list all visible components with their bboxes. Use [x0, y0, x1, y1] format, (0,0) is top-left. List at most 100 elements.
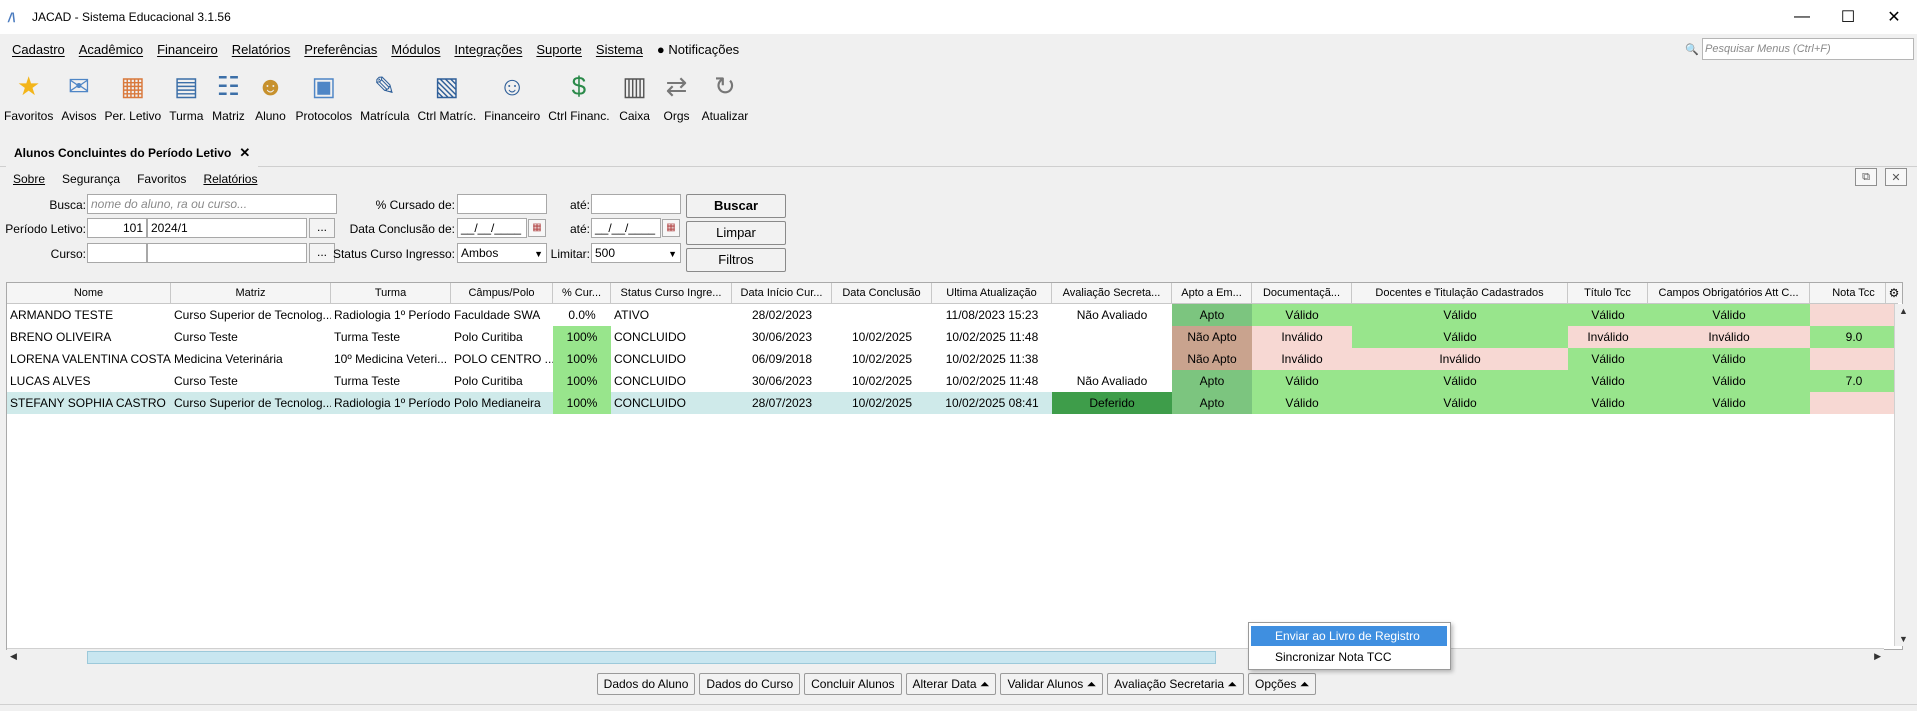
scroll-up-icon[interactable]: ▲ [1899, 306, 1908, 316]
minimize-button[interactable]: — [1779, 0, 1825, 34]
table-cell: Polo Medianeira [451, 392, 553, 414]
calendar-icon[interactable]: ▦ [528, 219, 546, 237]
toolbar-favoritos[interactable]: ★ Favoritos [0, 64, 57, 130]
toolbar-aluno[interactable]: ☻ Aluno [249, 64, 291, 130]
tab-close-icon[interactable]: ✕ [239, 145, 250, 161]
table-cell: 11/08/2023 15:23 [945, 308, 1039, 322]
toolbar-avisos[interactable]: ✉ Avisos [57, 64, 100, 130]
dados-aluno-button[interactable]: Dados do Aluno [596, 673, 696, 695]
table-row[interactable]: STEFANY SOPHIA CASTRO Curso Superior de T… [7, 392, 1898, 414]
column-header[interactable]: Ultima Atualização [932, 283, 1052, 303]
menu-sistema[interactable]: Sistema [596, 42, 643, 57]
avaliacao-secretaria-button[interactable]: Avaliação Secretaria ⏶ [1107, 673, 1245, 695]
maximize-button[interactable]: ☐ [1825, 0, 1871, 34]
swap-icon: ⇄ [665, 70, 688, 101]
concluir-alunos-button[interactable]: Concluir Alunos [804, 673, 902, 695]
busca-input[interactable]: nome do aluno, ra ou curso... [87, 194, 337, 214]
dados-curso-button[interactable]: Dados do Curso [699, 673, 801, 695]
scroll-down-icon[interactable]: ▼ [1899, 634, 1908, 644]
toolbar-ctrl-financ[interactable]: $ Ctrl Financ. [544, 64, 613, 130]
column-header[interactable]: Docentes e Titulação Cadastrados [1352, 283, 1568, 303]
toolbar-protocolos[interactable]: ▣ Protocolos [291, 64, 356, 130]
column-header[interactable]: Título Tcc [1568, 283, 1648, 303]
scroll-right-icon[interactable]: ▶ [1874, 651, 1881, 662]
opcoes-button[interactable]: Opções ⏶ [1248, 673, 1317, 695]
menu-relatorios[interactable]: Relatórios [232, 42, 291, 57]
toolbar-matriz[interactable]: ☷ Matriz [207, 64, 249, 130]
menu-cadastro[interactable]: Cadastro [12, 42, 65, 57]
toolbar-ctrl-matric[interactable]: ▧ Ctrl Matríc. [414, 64, 481, 130]
menu-academico[interactable]: Acadêmico [79, 42, 143, 57]
buscar-button[interactable]: Buscar [686, 194, 786, 218]
table-row[interactable]: LUCAS ALVES Curso Teste Turma Teste Polo Cu… [7, 370, 1898, 392]
scroll-thumb[interactable] [87, 651, 1216, 664]
menu-integracoes[interactable]: Integrações [454, 42, 522, 57]
column-header[interactable]: Turma [331, 283, 451, 303]
table-cell: Válido [1648, 370, 1810, 392]
menu-item-enviar-livro-registro[interactable]: Enviar ao Livro de Registro [1251, 626, 1447, 646]
curso-name-input[interactable] [147, 243, 307, 263]
column-header[interactable]: Campos Obrigatórios Att C... [1648, 283, 1810, 303]
column-header[interactable]: Câmpus/Polo [451, 283, 553, 303]
toolbar: ★ Favoritos ✉ Avisos ▦ Per. Letivo ▤ Turma ☷… [0, 64, 752, 130]
table-cell: Não Avaliado [1076, 374, 1148, 388]
column-header[interactable]: Status Curso Ingre... [611, 283, 732, 303]
conclusao-to-input[interactable]: __/__/____ [591, 218, 661, 238]
filtros-button[interactable]: Filtros [686, 248, 786, 272]
panel-menu: Sobre Segurança Favoritos Relatórios [0, 170, 261, 188]
periodo-value-input[interactable]: 2024/1 [147, 218, 307, 238]
vertical-scrollbar[interactable]: ▲ ▼ [1894, 304, 1911, 646]
menu-suporte[interactable]: Suporte [536, 42, 582, 57]
menu-notificacoes[interactable]: ● Notificações [657, 42, 739, 57]
menu-modulos[interactable]: Módulos [391, 42, 440, 57]
column-header[interactable]: Data Conclusão [832, 283, 932, 303]
submenu-relatorios[interactable]: Relatórios [203, 172, 257, 186]
tab-strip: Alunos Concluintes do Período Letivo ✕ [0, 140, 1917, 168]
tab-alunos-concluintes[interactable]: Alunos Concluintes do Período Letivo ✕ [6, 140, 259, 168]
periodo-code-input[interactable]: 101 [87, 218, 147, 238]
column-header[interactable]: Matriz [171, 283, 331, 303]
cursado-to-input[interactable] [591, 194, 681, 214]
toolbar-financeiro[interactable]: ☺ Financeiro [480, 64, 544, 130]
submenu-favoritos[interactable]: Favoritos [137, 172, 186, 186]
toolbar-orgs[interactable]: ⇄ Orgs [656, 64, 698, 130]
column-header[interactable]: Nome [7, 283, 171, 303]
curso-code-input[interactable] [87, 243, 147, 263]
menu-preferencias[interactable]: Preferências [304, 42, 377, 57]
toolbar-matricula[interactable]: ✎ Matrícula [356, 64, 413, 130]
cursado-from-input[interactable] [457, 194, 547, 214]
column-header[interactable]: Avaliação Secreta... [1052, 283, 1172, 303]
menu-financeiro[interactable]: Financeiro [157, 42, 218, 57]
toolbar-turma[interactable]: ▤ Turma [165, 64, 207, 130]
toolbar-per-letivo[interactable]: ▦ Per. Letivo [101, 64, 166, 130]
menu-item-sincronizar-nota-tcc[interactable]: Sincronizar Nota TCC [1251, 647, 1447, 667]
conclusao-from-input[interactable]: __/__/____ [457, 218, 527, 238]
close-panel-icon[interactable]: ✕ [1885, 168, 1907, 186]
column-header[interactable]: % Cur... [553, 283, 611, 303]
validar-alunos-button[interactable]: Validar Alunos ⏶ [1000, 673, 1104, 695]
column-header[interactable]: Apto a Em... [1172, 283, 1252, 303]
status-select[interactable]: Ambos ▼ [457, 243, 547, 263]
submenu-sobre[interactable]: Sobre [13, 172, 45, 186]
table-cell: Apto [1172, 304, 1252, 326]
scroll-left-icon[interactable]: ◀ [10, 651, 17, 662]
alterar-data-button[interactable]: Alterar Data ⏶ [905, 673, 997, 695]
gear-icon[interactable]: ⚙ [1885, 283, 1902, 303]
table-row[interactable]: BRENO OLIVEIRA Curso Teste Turma Teste Polo… [7, 326, 1898, 348]
close-button[interactable]: ✕ [1871, 0, 1917, 34]
submenu-seguranca[interactable]: Segurança [62, 172, 120, 186]
toolbar-caixa[interactable]: ▥ Caixa [614, 64, 656, 130]
column-header[interactable]: Documentaçã... [1252, 283, 1352, 303]
table-cell: Válido [1352, 370, 1568, 392]
detach-panel-icon[interactable]: ⧉ [1855, 168, 1877, 186]
limpar-button[interactable]: Limpar [686, 221, 786, 245]
table-cell: POLO CENTRO ... [454, 352, 553, 366]
menu-search-input[interactable]: 🔍 Pesquisar Menus (Ctrl+F) [1685, 38, 1914, 60]
column-header[interactable]: Data Início Cur... [732, 283, 832, 303]
calendar-icon[interactable]: ▦ [662, 219, 680, 237]
toolbar-atualizar[interactable]: ↻ Atualizar [698, 64, 753, 130]
limitar-select[interactable]: 500 ▼ [591, 243, 681, 263]
table-row[interactable]: LORENA VALENTINA COSTA Medicina Veterinár… [7, 348, 1898, 370]
table-row[interactable]: ARMANDO TESTE Curso Superior de Tecnolog.… [7, 304, 1898, 326]
horizontal-scrollbar[interactable]: ◀ ▶ [7, 648, 1884, 665]
